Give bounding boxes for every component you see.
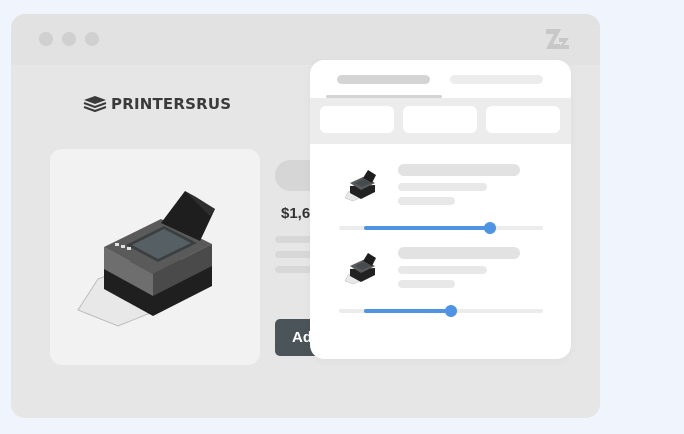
store-logo[interactable]: PRINTERSRUS [83,94,231,114]
filter-chip[interactable] [403,106,477,133]
slider-fill [364,309,451,313]
printer-icon [77,191,215,327]
window-minimize-dot[interactable] [62,32,76,46]
tab-second[interactable] [450,75,543,84]
product-price: $1,6 [281,205,311,222]
slider-fill [364,226,490,230]
printer-icon [344,170,376,202]
title-bar [11,14,600,65]
item-line-placeholder [398,280,455,288]
tab-first[interactable] [337,75,430,84]
filter-bar [310,98,571,144]
slider-handle[interactable] [445,305,457,317]
window-close-dot[interactable] [39,32,53,46]
filter-chip[interactable] [486,106,560,133]
filter-chip[interactable] [320,106,394,133]
product-image-card[interactable] [50,149,260,365]
item-slider[interactable] [339,222,543,234]
item-title-placeholder [398,164,520,176]
item-line-placeholder [398,183,487,191]
slider-handle[interactable] [484,222,496,234]
printer-icon [344,253,376,285]
window-maximize-dot[interactable] [85,32,99,46]
store-brand-name: PRINTERSRUS [111,95,232,113]
item-slider[interactable] [339,305,543,317]
item-line-placeholder [398,197,455,205]
item-line-placeholder [398,266,487,274]
z-logo-icon [546,29,569,49]
comparison-panel [310,60,571,359]
item-title-placeholder [398,247,520,259]
stacked-layers-icon [83,96,107,113]
